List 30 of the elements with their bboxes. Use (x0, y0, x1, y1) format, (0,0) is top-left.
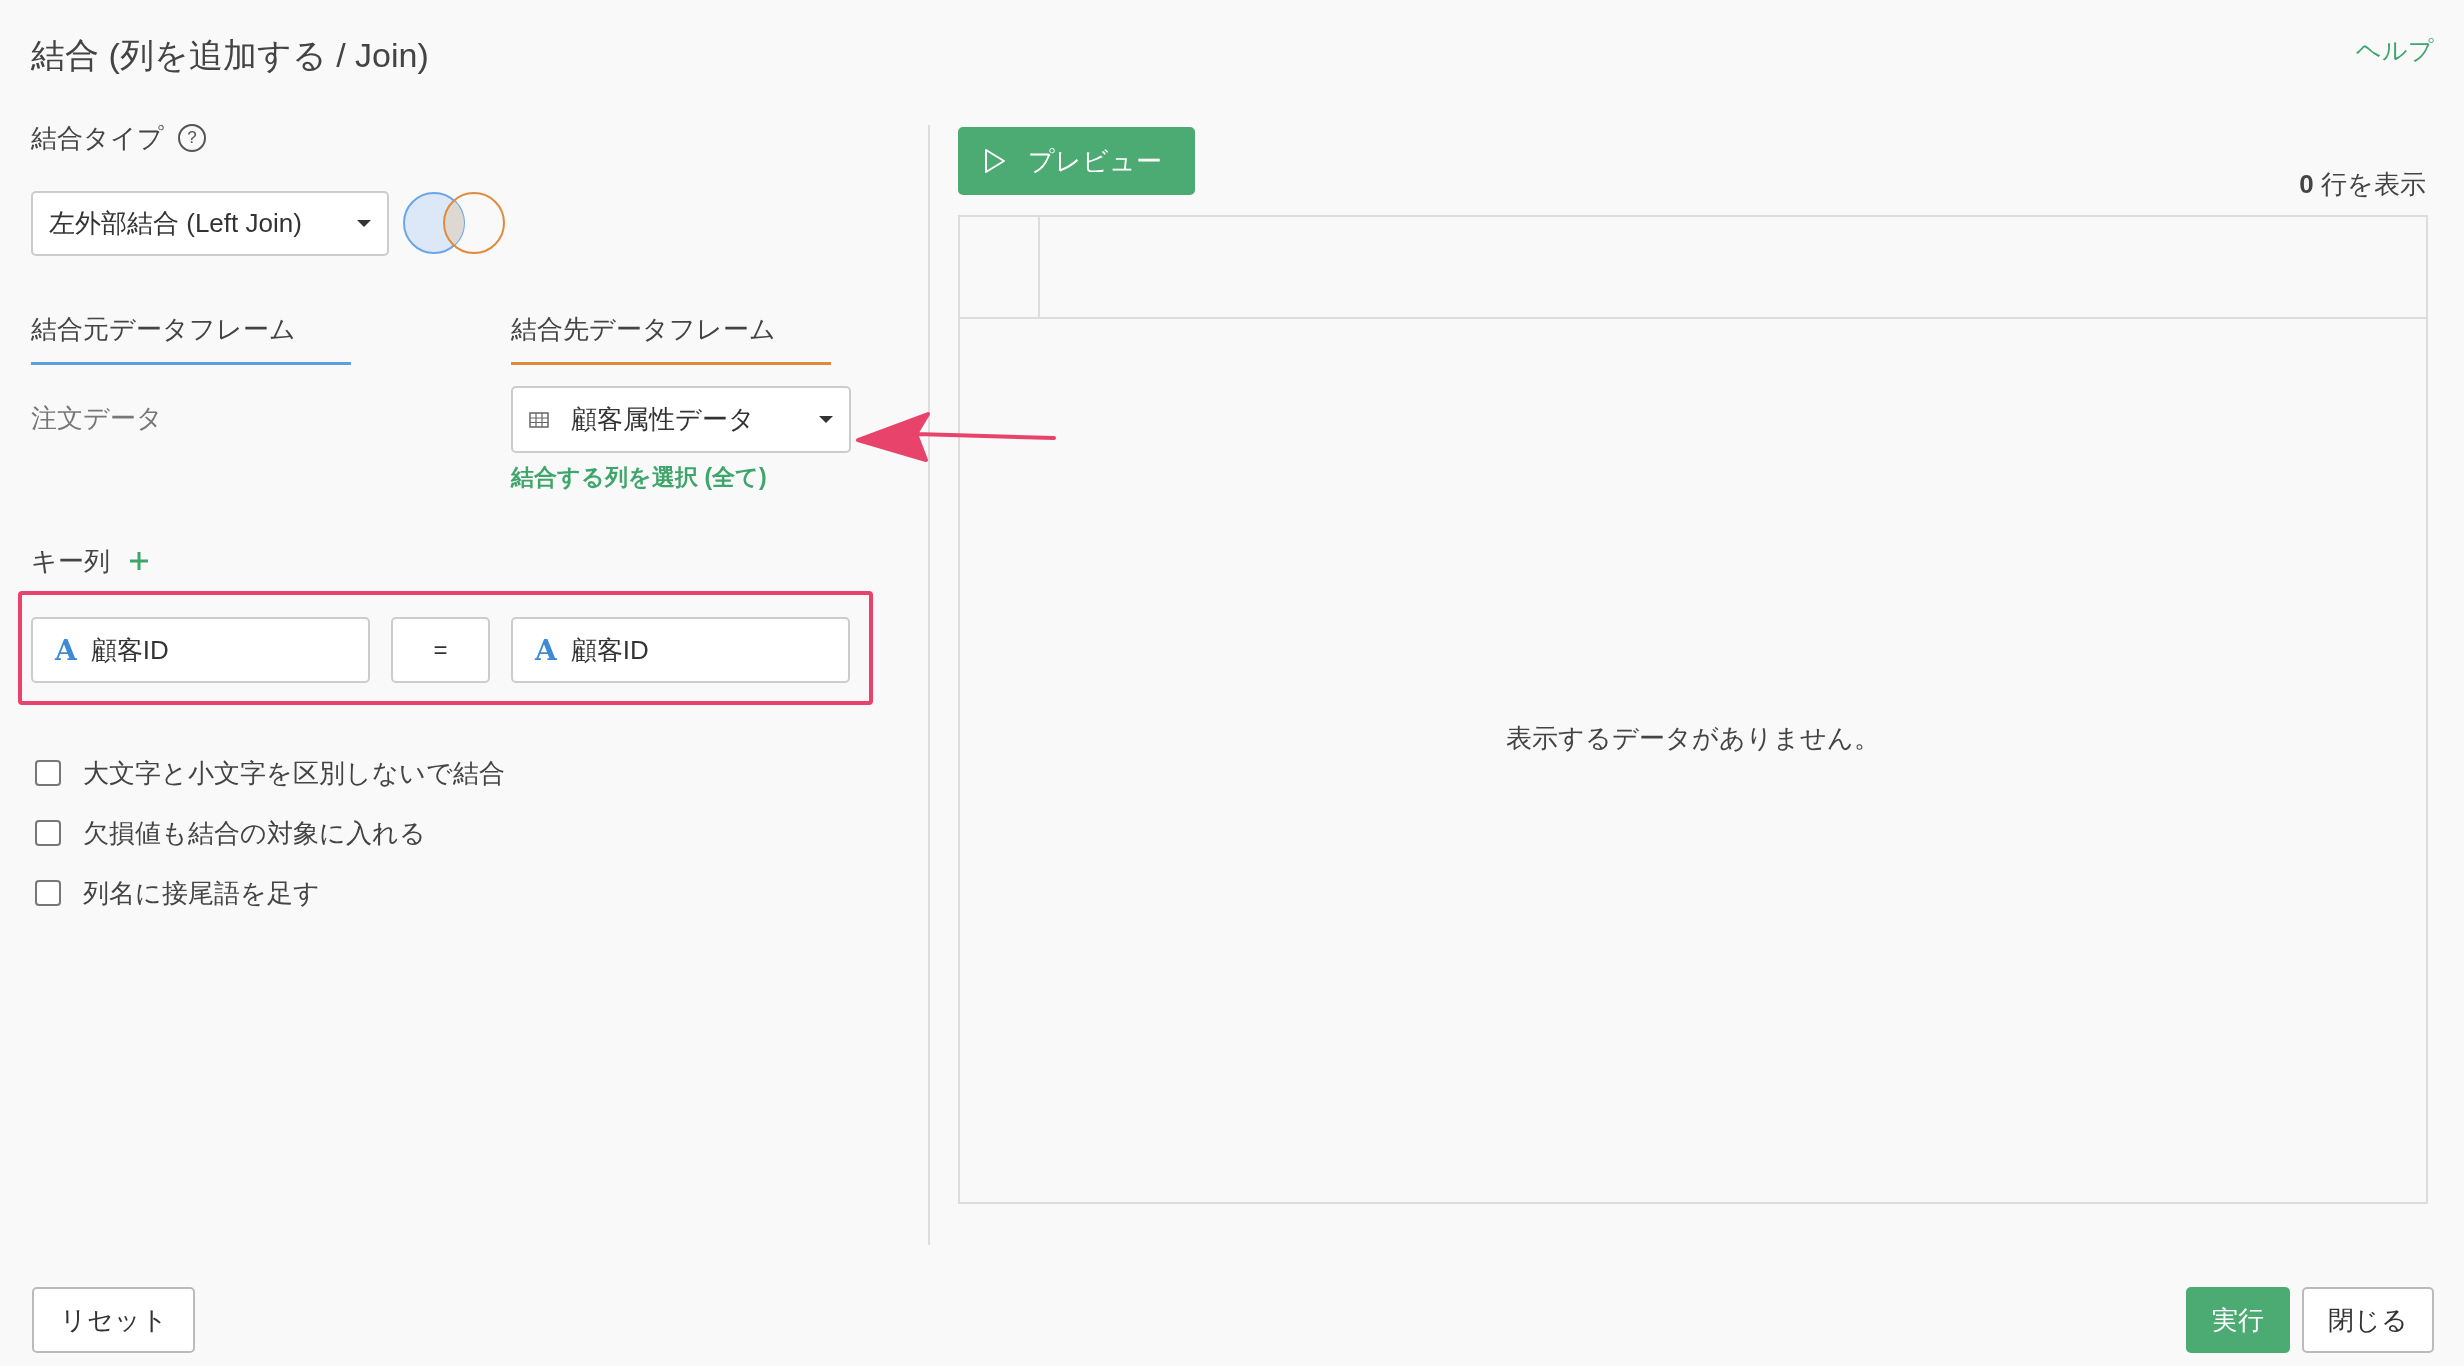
option-label: 列名に接尾語を足す (83, 876, 320, 910)
option-label: 大文字と小文字を区別しないで結合 (83, 756, 505, 790)
target-dropdown[interactable]: 顧客属性データ (511, 386, 851, 453)
text-type-icon: A (535, 633, 557, 667)
checkbox[interactable] (35, 820, 61, 846)
join-type-label: 結合タイプ (31, 121, 164, 155)
join-type-dropdown[interactable]: 左外部結合 (Left Join) (31, 190, 389, 256)
add-icon (130, 552, 148, 570)
caret-icon (819, 416, 833, 423)
option-label: 欠損値も結合の対象に入れる (83, 816, 426, 850)
reset-button[interactable]: リセット (32, 1287, 195, 1353)
table-icon (529, 411, 549, 428)
checkbox[interactable] (35, 880, 61, 906)
operator-button[interactable]: = (391, 617, 490, 683)
play-icon (984, 148, 1006, 174)
key-columns-label: キー列 (31, 544, 110, 578)
source-name: 注文データ (31, 402, 164, 435)
row-count-text: 0 行を表示 (2299, 168, 2426, 201)
key-column-field[interactable]: A 顧客ID (511, 617, 850, 683)
text-type-icon: A (55, 633, 77, 667)
caret-icon (357, 219, 371, 227)
venn-diagram-icon (403, 190, 506, 256)
help-icon[interactable]: ? (178, 124, 206, 152)
target-tab[interactable]: 結合先データフレーム (511, 310, 831, 365)
empty-message: 表示するデータがありません。 (1506, 722, 1880, 755)
checkbox[interactable] (35, 760, 61, 786)
close-button[interactable]: 閉じる (2302, 1287, 2434, 1353)
key-column-field[interactable]: A 顧客ID (31, 617, 370, 683)
source-tab[interactable]: 結合元データフレーム (31, 310, 351, 365)
dialog-title: 結合 (列を追加する / Join) (31, 35, 429, 75)
